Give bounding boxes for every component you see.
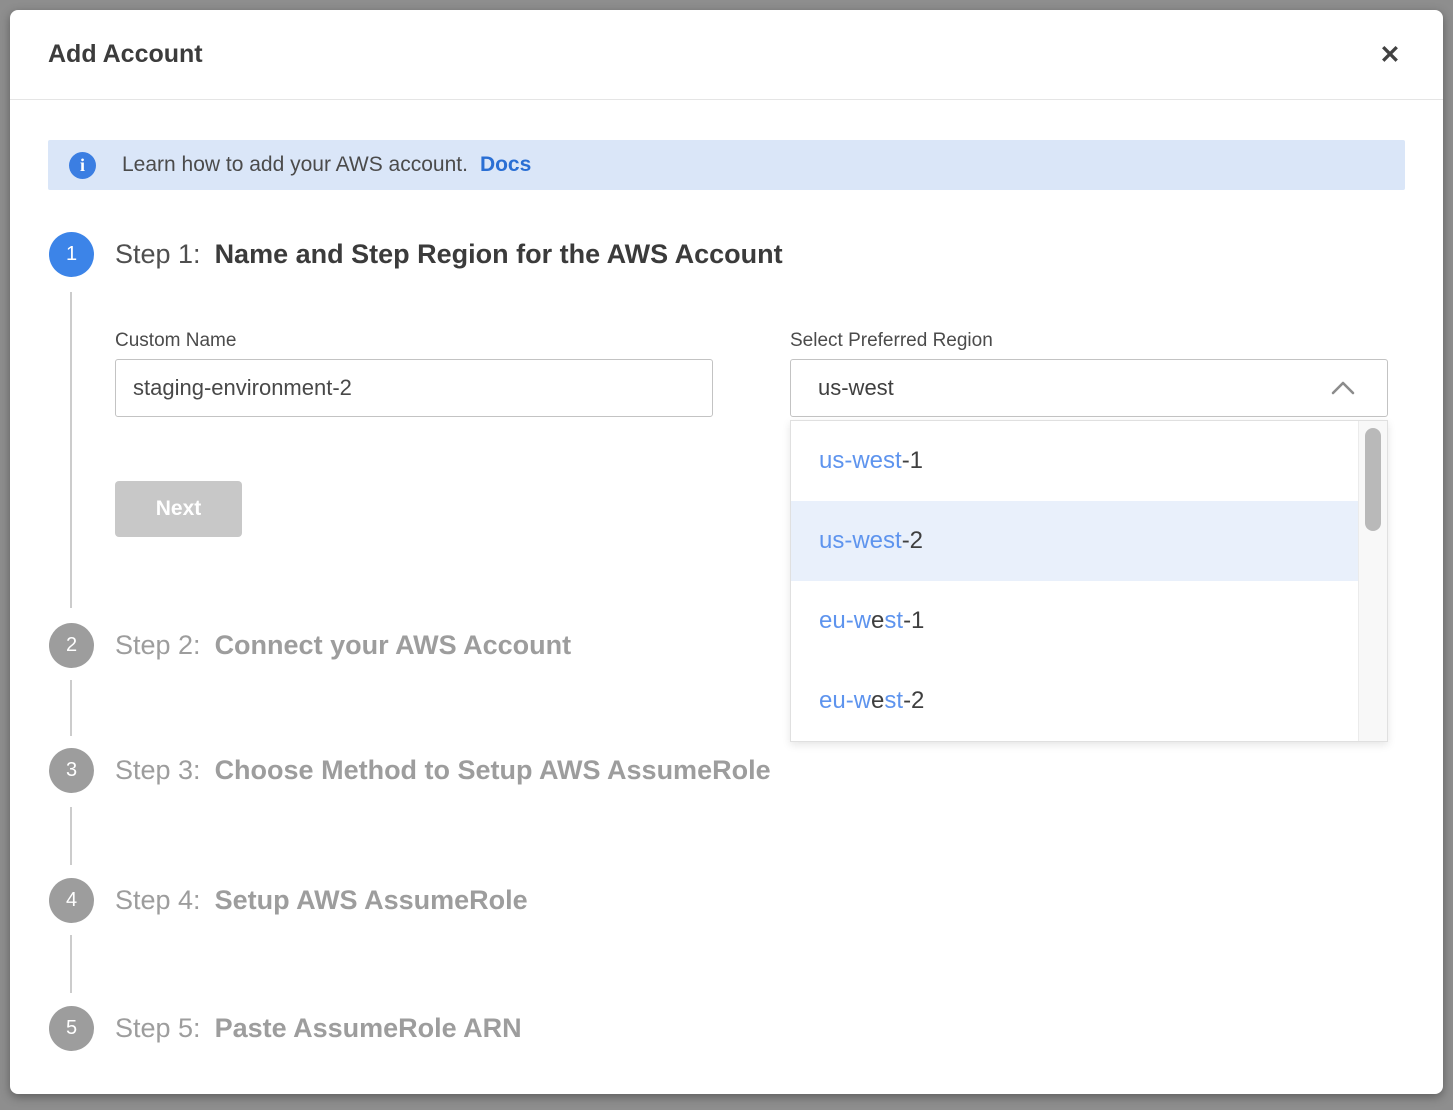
option-match-text: us-west	[819, 447, 902, 475]
info-icon: i	[69, 152, 96, 179]
step-number-badge: 5	[49, 1006, 94, 1051]
region-option-eu-west-2[interactable]: eu-west-2	[791, 661, 1359, 741]
region-label: Select Preferred Region	[790, 330, 993, 352]
step-connector-line	[70, 680, 72, 736]
step-header-2[interactable]: 2 Step 2: Connect your AWS Account	[49, 623, 571, 668]
step-title: Choose Method to Setup AWS AssumeRole	[215, 755, 771, 785]
step-prefix: Step 1:	[115, 239, 201, 269]
option-match-text: st	[884, 607, 903, 635]
scrollbar-thumb[interactable]	[1365, 428, 1381, 531]
step-prefix: Step 4:	[115, 885, 201, 915]
add-account-modal: Add Account ✕ i Learn how to add your AW…	[10, 10, 1443, 1094]
step-title: Connect your AWS Account	[215, 630, 572, 660]
option-text: -1	[902, 447, 923, 475]
option-match-text: eu-w	[819, 607, 871, 635]
region-option-us-west-2[interactable]: us-west-2	[791, 501, 1359, 581]
region-combobox[interactable]	[790, 359, 1388, 417]
option-text: e	[871, 607, 884, 635]
step-header-3[interactable]: 3 Step 3: Choose Method to Setup AWS Assum…	[49, 748, 771, 793]
step-header-5[interactable]: 5 Step 5: Paste AssumeRole ARN	[49, 1006, 522, 1051]
custom-name-label: Custom Name	[115, 330, 236, 352]
region-option-eu-west-1[interactable]: eu-west-1	[791, 581, 1359, 661]
custom-name-input[interactable]	[115, 359, 713, 417]
step-prefix: Step 5:	[115, 1013, 201, 1043]
region-option-us-west-1[interactable]: us-west-1	[791, 421, 1359, 501]
scrollbar-track[interactable]	[1358, 421, 1387, 741]
option-text: -2	[902, 527, 923, 555]
next-button[interactable]: Next	[115, 481, 242, 537]
docs-link[interactable]: Docs	[480, 153, 531, 177]
banner-text: Learn how to add your AWS account.	[122, 153, 468, 177]
step-prefix: Step 2:	[115, 630, 201, 660]
modal-title: Add Account	[48, 40, 203, 69]
step-heading: Step 3: Choose Method to Setup AWS Assume…	[115, 755, 771, 786]
step-heading: Step 4: Setup AWS AssumeRole	[115, 885, 528, 916]
region-search-input[interactable]	[818, 375, 1288, 401]
step-title: Paste AssumeRole ARN	[215, 1013, 522, 1043]
step-heading: Step 2: Connect your AWS Account	[115, 630, 571, 661]
step-number-badge: 3	[49, 748, 94, 793]
option-match-text: eu-w	[819, 687, 871, 715]
step-number-badge: 4	[49, 878, 94, 923]
step-title: Setup AWS AssumeRole	[215, 885, 528, 915]
close-icon[interactable]: ✕	[1373, 38, 1407, 72]
step-heading: Step 1: Name and Step Region for the AWS …	[115, 239, 783, 270]
step-header-4[interactable]: 4 Step 4: Setup AWS AssumeRole	[49, 878, 528, 923]
step-connector-line	[70, 935, 72, 993]
docs-info-banner: i Learn how to add your AWS account. Doc…	[48, 140, 1405, 190]
option-text: -1	[903, 607, 924, 635]
option-text: e	[871, 687, 884, 715]
option-match-text: st	[884, 687, 903, 715]
step-number-badge: 1	[49, 232, 94, 277]
option-match-text: us-west	[819, 527, 902, 555]
option-text: -2	[903, 687, 924, 715]
region-listbox: us-west-1us-west-2eu-west-1eu-west-2	[790, 420, 1388, 742]
step-heading: Step 5: Paste AssumeRole ARN	[115, 1013, 522, 1044]
step-header-1[interactable]: 1 Step 1: Name and Step Region for the AWS…	[49, 232, 783, 277]
chevron-up-icon[interactable]	[1329, 379, 1357, 402]
step-connector-line	[70, 292, 72, 608]
step-number-badge: 2	[49, 623, 94, 668]
step-connector-line	[70, 807, 72, 865]
step-title: Name and Step Region for the AWS Account	[215, 239, 783, 269]
modal-header: Add Account ✕	[10, 10, 1443, 100]
step-prefix: Step 3:	[115, 755, 201, 785]
